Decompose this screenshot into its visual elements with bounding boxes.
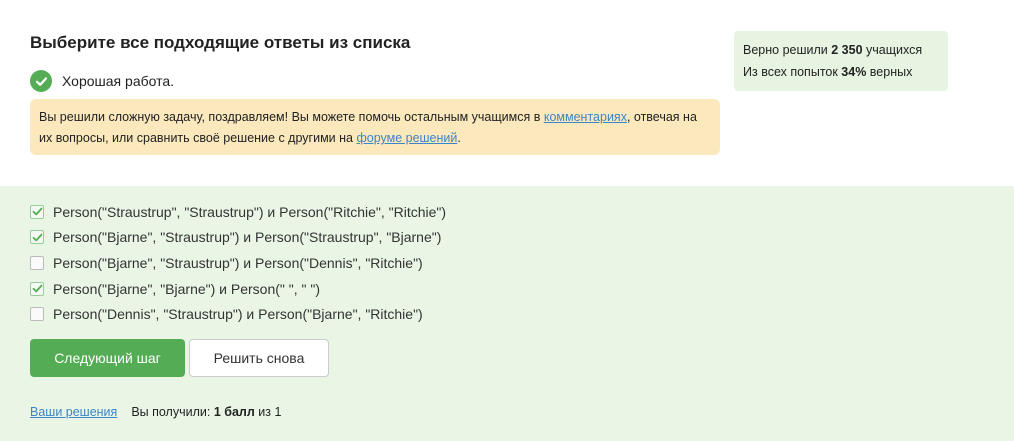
checkbox[interactable]	[30, 255, 44, 270]
footer: Ваши решения Вы получили: 1 балл из 1	[30, 405, 281, 419]
check-circle-icon	[30, 70, 52, 92]
notice-text-after: .	[457, 131, 461, 145]
notice-text-before: Вы решили сложную задачу, поздравляем! В…	[39, 110, 544, 124]
checkbox[interactable]	[30, 307, 44, 322]
score-value: 1 балл	[213, 405, 255, 419]
stats-solved: Верно решили 2 350 учащихся	[743, 39, 939, 61]
your-solutions-link[interactable]: Ваши решения	[30, 405, 117, 419]
options-list: Person("Straustrup", "Straustrup") и Per…	[30, 199, 446, 327]
option-label: Person("Bjarne", "Straustrup") и Person(…	[53, 229, 442, 246]
stats-percent-value: 34%	[841, 65, 867, 79]
comments-link[interactable]: комментариях	[544, 110, 627, 124]
congrats-notice: Вы решили сложную задачу, поздравляем! В…	[30, 99, 720, 155]
stats-percent-suffix: верных	[866, 65, 913, 79]
checkmark-icon	[32, 284, 42, 293]
option-item[interactable]: Person("Dennis", "Straustrup") и Person(…	[30, 301, 446, 327]
option-item[interactable]: Person("Straustrup", "Straustrup") и Per…	[30, 199, 446, 225]
page-title: Выберите все подходящие ответы из списка	[30, 33, 411, 52]
score-suffix: из 1	[254, 405, 282, 419]
stats-solved-count: 2 350	[831, 43, 863, 57]
option-label: Person("Bjarne", "Straustrup") и Person(…	[53, 254, 423, 271]
option-item[interactable]: Person("Bjarne", "Straustrup") и Person(…	[30, 250, 446, 276]
result-status: Хорошая работа.	[30, 70, 174, 92]
option-label: Person("Straustrup", "Straustrup") и Per…	[53, 203, 447, 220]
option-label: Person("Dennis", "Straustrup") и Person(…	[53, 306, 423, 323]
stats-percent: Из всех попыток 34% верных	[743, 61, 939, 83]
next-step-button[interactable]: Следующий шаг	[30, 339, 185, 377]
checkbox[interactable]	[30, 230, 44, 245]
retry-button[interactable]: Решить снова	[189, 339, 329, 377]
score-prefix: Вы получили:	[131, 405, 214, 419]
result-message: Хорошая работа.	[62, 73, 175, 89]
checkbox[interactable]	[30, 281, 44, 296]
score-text: Вы получили: 1 балл из 1	[131, 405, 281, 419]
checkmark-icon	[32, 207, 42, 216]
option-label: Person("Bjarne", "Bjarne") и Person(" ",…	[53, 280, 320, 297]
stats-solved-suffix: учащихся	[862, 43, 923, 57]
option-item[interactable]: Person("Bjarne", "Straustrup") и Person(…	[30, 225, 446, 251]
checkbox[interactable]	[30, 204, 44, 219]
checkmark-icon	[32, 233, 42, 242]
option-item[interactable]: Person("Bjarne", "Bjarne") и Person(" ",…	[30, 276, 446, 302]
stats-solved-prefix: Верно решили	[743, 43, 832, 57]
stats-percent-prefix: Из всех попыток	[743, 65, 842, 79]
solutions-forum-link[interactable]: форуме решений	[356, 131, 457, 145]
stats-panel: Верно решили 2 350 учащихся Из всех попы…	[734, 31, 948, 91]
